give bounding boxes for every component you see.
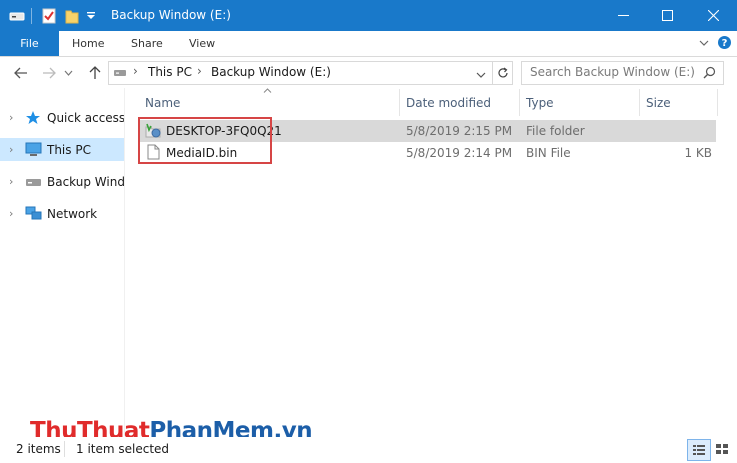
file-type: File folder (526, 124, 585, 138)
breadcrumb-chevron-icon: › (197, 64, 202, 78)
drive-icon (113, 67, 127, 77)
window-title: Backup Window (E:) (111, 8, 231, 22)
column-divider[interactable] (399, 89, 400, 116)
nav-label: Quick access (47, 110, 124, 125)
properties-icon[interactable] (40, 7, 58, 24)
minimize-button[interactable] (600, 0, 646, 31)
chevron-right-icon[interactable]: › (9, 111, 13, 124)
search-placeholder: Search Backup Window (E:) (530, 65, 695, 79)
forward-button[interactable] (38, 62, 60, 84)
annotation-highlight-box (138, 117, 272, 164)
column-header-date[interactable]: Date modified (406, 96, 491, 110)
close-button[interactable] (690, 0, 736, 31)
chevron-right-icon[interactable]: › (9, 207, 13, 220)
network-icon (25, 206, 42, 221)
nav-item-this-pc[interactable]: › This PC (0, 138, 124, 161)
column-header-size[interactable]: Size (646, 96, 671, 110)
large-icons-view-button[interactable] (711, 439, 733, 459)
file-type: BIN File (526, 146, 571, 160)
breadcrumb-chevron-icon: › (133, 64, 138, 78)
file-size: 1 KB (684, 146, 712, 160)
breadcrumb-this-pc[interactable]: This PC (148, 65, 192, 79)
file-date: 5/8/2019 2:15 PM (406, 124, 513, 138)
nav-item-backup-window[interactable]: › Backup Windo (0, 170, 124, 193)
tab-file[interactable]: File (0, 31, 59, 56)
column-header-type[interactable]: Type (526, 96, 554, 110)
nav-label: Backup Windo (47, 174, 124, 189)
tab-share[interactable]: Share (131, 31, 163, 56)
nav-label: Network (47, 206, 98, 221)
star-icon (25, 110, 42, 125)
details-view-button[interactable] (687, 439, 711, 461)
svg-text:?: ? (722, 38, 728, 49)
status-item-count: 2 items (16, 442, 61, 456)
nav-label: This PC (47, 142, 91, 157)
column-divider[interactable] (717, 89, 718, 116)
sort-ascending-icon (263, 86, 272, 96)
address-dropdown-icon[interactable] (476, 68, 486, 78)
nav-item-quick-access[interactable]: › Quick access (0, 106, 124, 129)
drive-icon (8, 7, 26, 24)
drive-icon (25, 174, 42, 189)
tab-home[interactable]: Home (72, 31, 104, 56)
column-header-name[interactable]: Name (145, 96, 180, 110)
search-icon[interactable] (703, 66, 716, 79)
column-divider[interactable] (639, 89, 640, 116)
up-button[interactable] (84, 62, 106, 84)
computer-icon (25, 142, 42, 157)
customize-toolbar-icon[interactable] (85, 7, 97, 24)
tab-view[interactable]: View (189, 31, 215, 56)
chevron-right-icon[interactable]: › (9, 175, 13, 188)
status-separator (64, 441, 65, 457)
expand-ribbon-icon[interactable] (698, 37, 710, 49)
refresh-button[interactable] (492, 61, 513, 85)
ribbon-bar (0, 31, 737, 57)
maximize-button[interactable] (644, 0, 690, 31)
nav-item-network[interactable]: › Network (0, 202, 124, 225)
chevron-right-icon[interactable]: › (9, 143, 13, 156)
file-date: 5/8/2019 2:14 PM (406, 146, 513, 160)
new-folder-icon[interactable] (63, 7, 81, 24)
column-divider[interactable] (519, 89, 520, 116)
pane-splitter[interactable] (124, 88, 125, 436)
back-button[interactable] (10, 62, 32, 84)
title-separator (31, 8, 32, 24)
status-selection: 1 item selected (76, 442, 170, 456)
help-icon[interactable]: ? (717, 35, 732, 50)
recent-locations-icon[interactable] (60, 62, 76, 84)
breadcrumb-backup-window[interactable]: Backup Window (E:) (211, 65, 331, 79)
